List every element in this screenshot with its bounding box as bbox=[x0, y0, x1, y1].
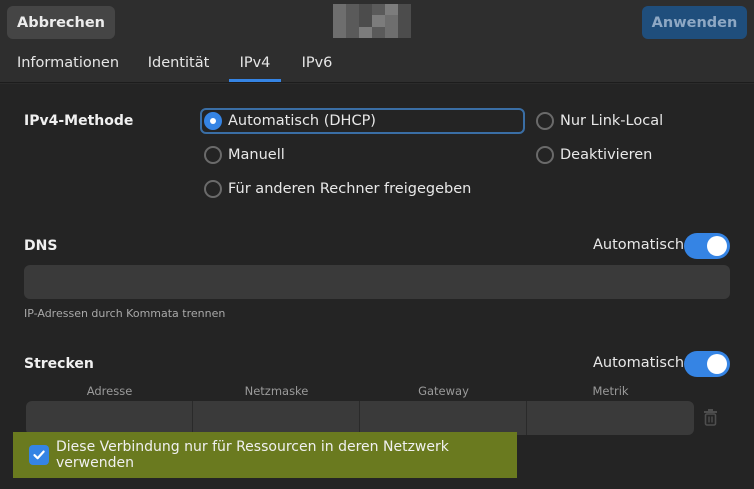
column-header-address: Adresse bbox=[86, 384, 133, 398]
route-netmask-input[interactable] bbox=[193, 401, 360, 435]
checkmark-icon bbox=[33, 450, 45, 460]
radio-label: Manuell bbox=[228, 147, 285, 163]
radio-indicator bbox=[204, 180, 222, 198]
radio-label: Automatisch (DHCP) bbox=[228, 113, 376, 129]
radio-link-local[interactable]: Nur Link-Local bbox=[536, 108, 663, 134]
dns-auto-toggle[interactable] bbox=[684, 233, 730, 259]
radio-label: Für anderen Rechner freigegeben bbox=[228, 181, 472, 197]
dns-auto-label: Automatisch bbox=[593, 237, 685, 253]
radio-manual[interactable]: Manuell bbox=[204, 142, 285, 168]
radio-disabled[interactable]: Deaktivieren bbox=[536, 142, 652, 168]
radio-indicator bbox=[536, 146, 554, 164]
radio-automatic-dhcp[interactable]: Automatisch (DHCP) bbox=[204, 108, 376, 134]
column-header-netmask: Netzmaske bbox=[244, 384, 309, 398]
restrict-to-network-row[interactable]: Diese Verbindung nur für Ressourcen in d… bbox=[13, 432, 517, 478]
radio-indicator bbox=[536, 112, 554, 130]
route-gateway-input[interactable] bbox=[360, 401, 527, 435]
route-address-input[interactable] bbox=[26, 401, 193, 435]
dns-label: DNS bbox=[24, 238, 58, 254]
radio-shared[interactable]: Für anderen Rechner freigegeben bbox=[204, 176, 471, 202]
routes-auto-toggle[interactable] bbox=[684, 351, 730, 377]
header-bar: Abbrechen Anwenden bbox=[0, 0, 754, 44]
routes-label: Strecken bbox=[24, 356, 94, 372]
restrict-label: Diese Verbindung nur für Ressourcen in d… bbox=[56, 439, 449, 471]
dns-hint: IP-Adressen durch Kommata trennen bbox=[24, 307, 226, 320]
restrict-checkbox[interactable] bbox=[29, 445, 49, 465]
tab-identitaet[interactable]: Identität bbox=[140, 44, 217, 82]
dns-input[interactable] bbox=[24, 265, 730, 299]
column-header-metric: Metrik bbox=[592, 384, 629, 398]
trash-icon[interactable] bbox=[703, 408, 718, 426]
column-header-gateway: Gateway bbox=[418, 384, 469, 398]
tab-ipv4[interactable]: IPv4 bbox=[229, 44, 281, 82]
cancel-button[interactable]: Abbrechen bbox=[7, 6, 115, 39]
ipv4-method-label: IPv4-Methode bbox=[24, 113, 134, 129]
tab-bar: Informationen Identität IPv4 IPv6 bbox=[0, 44, 754, 83]
radio-indicator-checked bbox=[204, 112, 222, 130]
route-metric-input[interactable] bbox=[527, 401, 694, 435]
tab-ipv6[interactable]: IPv6 bbox=[293, 44, 341, 82]
tab-informationen[interactable]: Informationen bbox=[9, 44, 127, 82]
apply-button[interactable]: Anwenden bbox=[642, 6, 747, 39]
radio-indicator bbox=[204, 146, 222, 164]
routes-auto-label: Automatisch bbox=[593, 355, 685, 371]
radio-label: Nur Link-Local bbox=[560, 113, 664, 129]
radio-label: Deaktivieren bbox=[560, 147, 653, 163]
connection-title-pixelated bbox=[333, 4, 411, 38]
